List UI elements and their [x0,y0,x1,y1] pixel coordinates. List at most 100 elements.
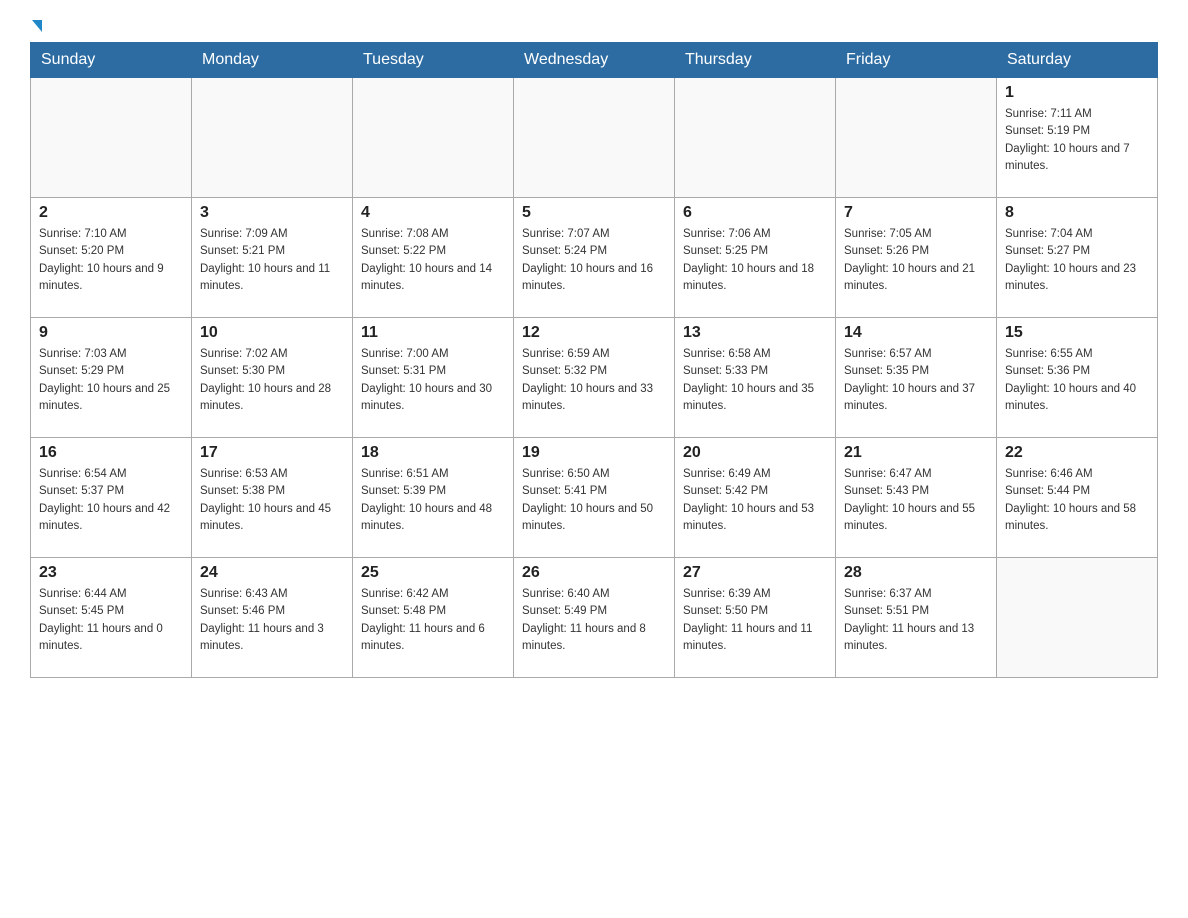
day-header-tuesday: Tuesday [353,43,514,78]
day-info: Sunrise: 6:54 AMSunset: 5:37 PMDaylight:… [39,466,183,535]
calendar-week-row: 23 Sunrise: 6:44 AMSunset: 5:45 PMDayligh… [31,558,1158,678]
day-info: Sunrise: 7:11 AMSunset: 5:19 PMDaylight:… [1005,106,1149,175]
day-header-thursday: Thursday [675,43,836,78]
calendar-cell: 3 Sunrise: 7:09 AMSunset: 5:21 PMDaylight… [192,198,353,318]
calendar-cell [353,78,514,198]
day-info: Sunrise: 7:02 AMSunset: 5:30 PMDaylight:… [200,346,344,415]
day-info: Sunrise: 6:42 AMSunset: 5:48 PMDaylight:… [361,586,505,655]
day-info: Sunrise: 7:09 AMSunset: 5:21 PMDaylight:… [200,226,344,295]
calendar-cell: 16 Sunrise: 6:54 AMSunset: 5:37 PMDayligh… [31,438,192,558]
day-number: 12 [522,324,666,342]
calendar-cell: 24 Sunrise: 6:43 AMSunset: 5:46 PMDayligh… [192,558,353,678]
calendar-cell: 2 Sunrise: 7:10 AMSunset: 5:20 PMDaylight… [31,198,192,318]
calendar-cell: 22 Sunrise: 6:46 AMSunset: 5:44 PMDayligh… [997,438,1158,558]
calendar-cell: 11 Sunrise: 7:00 AMSunset: 5:31 PMDayligh… [353,318,514,438]
calendar-week-row: 2 Sunrise: 7:10 AMSunset: 5:20 PMDaylight… [31,198,1158,318]
calendar-cell [836,78,997,198]
calendar-cell: 21 Sunrise: 6:47 AMSunset: 5:43 PMDayligh… [836,438,997,558]
logo-arrow-icon [32,20,42,32]
day-number: 13 [683,324,827,342]
calendar-cell: 26 Sunrise: 6:40 AMSunset: 5:49 PMDayligh… [514,558,675,678]
calendar-week-row: 9 Sunrise: 7:03 AMSunset: 5:29 PMDaylight… [31,318,1158,438]
day-info: Sunrise: 7:10 AMSunset: 5:20 PMDaylight:… [39,226,183,295]
day-header-saturday: Saturday [997,43,1158,78]
calendar-cell: 10 Sunrise: 7:02 AMSunset: 5:30 PMDayligh… [192,318,353,438]
calendar-cell [514,78,675,198]
day-number: 19 [522,444,666,462]
day-info: Sunrise: 6:37 AMSunset: 5:51 PMDaylight:… [844,586,988,655]
calendar-cell: 25 Sunrise: 6:42 AMSunset: 5:48 PMDayligh… [353,558,514,678]
day-header-sunday: Sunday [31,43,192,78]
day-info: Sunrise: 7:05 AMSunset: 5:26 PMDaylight:… [844,226,988,295]
calendar-cell: 13 Sunrise: 6:58 AMSunset: 5:33 PMDayligh… [675,318,836,438]
day-info: Sunrise: 6:58 AMSunset: 5:33 PMDaylight:… [683,346,827,415]
day-info: Sunrise: 6:49 AMSunset: 5:42 PMDaylight:… [683,466,827,535]
day-info: Sunrise: 6:44 AMSunset: 5:45 PMDaylight:… [39,586,183,655]
day-info: Sunrise: 6:57 AMSunset: 5:35 PMDaylight:… [844,346,988,415]
day-info: Sunrise: 6:43 AMSunset: 5:46 PMDaylight:… [200,586,344,655]
calendar-cell: 15 Sunrise: 6:55 AMSunset: 5:36 PMDayligh… [997,318,1158,438]
day-number: 4 [361,204,505,222]
day-number: 23 [39,564,183,582]
calendar-cell: 6 Sunrise: 7:06 AMSunset: 5:25 PMDaylight… [675,198,836,318]
day-number: 11 [361,324,505,342]
calendar-week-row: 16 Sunrise: 6:54 AMSunset: 5:37 PMDayligh… [31,438,1158,558]
calendar-cell: 23 Sunrise: 6:44 AMSunset: 5:45 PMDayligh… [31,558,192,678]
day-number: 3 [200,204,344,222]
calendar-cell: 4 Sunrise: 7:08 AMSunset: 5:22 PMDaylight… [353,198,514,318]
day-info: Sunrise: 6:47 AMSunset: 5:43 PMDaylight:… [844,466,988,535]
page-header [30,20,1158,32]
day-number: 5 [522,204,666,222]
day-number: 28 [844,564,988,582]
day-number: 16 [39,444,183,462]
calendar-cell: 17Sunrise: 6:53 AMSunset: 5:38 PMDayligh… [192,438,353,558]
day-number: 18 [361,444,505,462]
calendar-cell: 1 Sunrise: 7:11 AMSunset: 5:19 PMDaylight… [997,78,1158,198]
day-number: 22 [1005,444,1149,462]
day-info: Sunrise: 7:07 AMSunset: 5:24 PMDaylight:… [522,226,666,295]
day-number: 7 [844,204,988,222]
day-info: Sunrise: 6:55 AMSunset: 5:36 PMDaylight:… [1005,346,1149,415]
day-header-wednesday: Wednesday [514,43,675,78]
calendar-cell: 19 Sunrise: 6:50 AMSunset: 5:41 PMDayligh… [514,438,675,558]
day-info: Sunrise: 6:50 AMSunset: 5:41 PMDaylight:… [522,466,666,535]
day-number: 21 [844,444,988,462]
calendar-cell [192,78,353,198]
day-number: 9 [39,324,183,342]
day-number: 14 [844,324,988,342]
day-info: Sunrise: 7:06 AMSunset: 5:25 PMDaylight:… [683,226,827,295]
day-number: 10 [200,324,344,342]
calendar-cell: 12 Sunrise: 6:59 AMSunset: 5:32 PMDayligh… [514,318,675,438]
calendar-cell: 28 Sunrise: 6:37 AMSunset: 5:51 PMDayligh… [836,558,997,678]
day-info: Sunrise: 6:40 AMSunset: 5:49 PMDaylight:… [522,586,666,655]
calendar-cell [997,558,1158,678]
day-number: 24 [200,564,344,582]
calendar-cell: 9 Sunrise: 7:03 AMSunset: 5:29 PMDaylight… [31,318,192,438]
calendar-cell: 8Sunrise: 7:04 AMSunset: 5:27 PMDaylight… [997,198,1158,318]
calendar-table: SundayMondayTuesdayWednesdayThursdayFrid… [30,42,1158,678]
calendar-cell [31,78,192,198]
day-number: 17 [200,444,344,462]
day-number: 1 [1005,84,1149,102]
day-number: 2 [39,204,183,222]
day-number: 20 [683,444,827,462]
day-info: Sunrise: 6:46 AMSunset: 5:44 PMDaylight:… [1005,466,1149,535]
day-number: 25 [361,564,505,582]
calendar-cell: 18Sunrise: 6:51 AMSunset: 5:39 PMDayligh… [353,438,514,558]
day-number: 26 [522,564,666,582]
calendar-cell: 14 Sunrise: 6:57 AMSunset: 5:35 PMDayligh… [836,318,997,438]
day-info: Sunrise: 7:00 AMSunset: 5:31 PMDaylight:… [361,346,505,415]
day-info: Sunrise: 7:08 AMSunset: 5:22 PMDaylight:… [361,226,505,295]
day-number: 15 [1005,324,1149,342]
calendar-week-row: 1 Sunrise: 7:11 AMSunset: 5:19 PMDaylight… [31,78,1158,198]
calendar-cell [675,78,836,198]
day-header-monday: Monday [192,43,353,78]
day-number: 27 [683,564,827,582]
day-info: Sunrise: 7:03 AMSunset: 5:29 PMDaylight:… [39,346,183,415]
days-header-row: SundayMondayTuesdayWednesdayThursdayFrid… [31,43,1158,78]
calendar-cell: 5 Sunrise: 7:07 AMSunset: 5:24 PMDaylight… [514,198,675,318]
day-number: 6 [683,204,827,222]
day-header-friday: Friday [836,43,997,78]
day-info: Sunrise: 7:04 AMSunset: 5:27 PMDaylight:… [1005,226,1149,295]
day-info: Sunrise: 6:59 AMSunset: 5:32 PMDaylight:… [522,346,666,415]
